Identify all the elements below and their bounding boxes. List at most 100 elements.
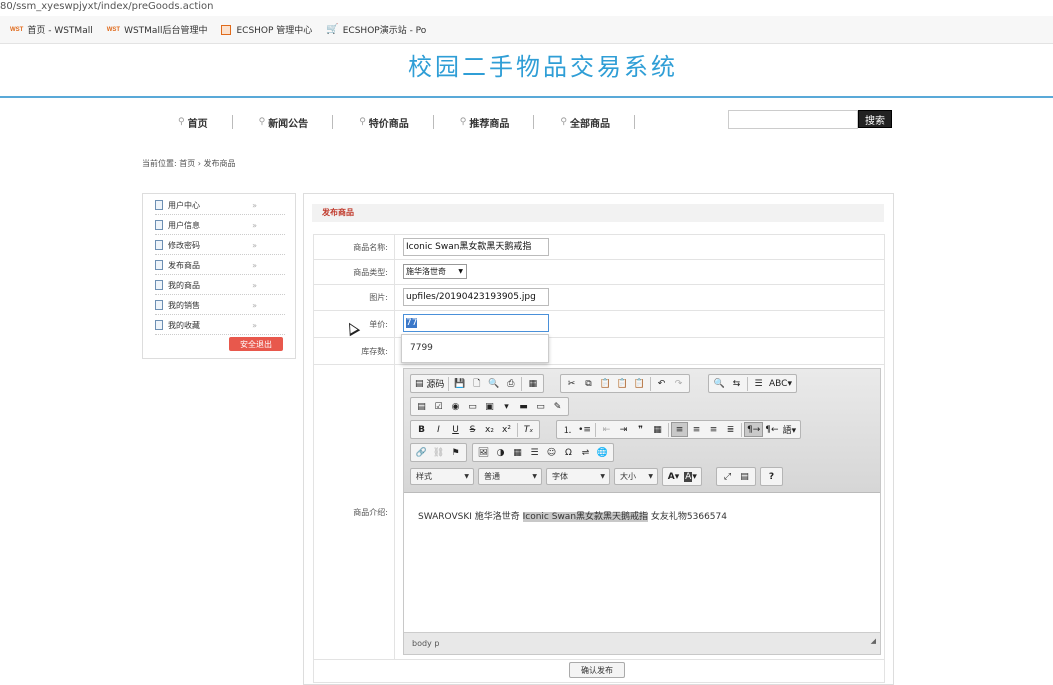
align-right-button[interactable]: ≡ [705,422,722,437]
element-path[interactable]: body p [412,639,439,648]
textarea-button[interactable]: ▣ [481,399,498,414]
align-left-button[interactable]: ≡ [671,422,688,437]
paste-text-button[interactable]: 📋 [614,376,631,391]
address-bar[interactable]: 80/ssm_xyeswpjyxt/index/preGoods.action [0,0,1053,16]
remove-format-button[interactable]: Tₓ [520,422,537,437]
submit-button[interactable]: 确认发布 [569,662,625,678]
bookmark-wstmall-admin[interactable]: WST WSTMall后台管理中 [107,23,208,36]
hidden-field-button[interactable]: ✎ [549,399,566,414]
select-button[interactable]: ▾ [498,399,515,414]
nav-item-special[interactable]: ⚲ 特价商品 [351,115,434,130]
new-page-button[interactable]: 🗋 [468,376,485,391]
bookmark-label: ECSHOP演示站 - Po [342,26,427,36]
maximize-button[interactable]: ⤢ [719,469,736,484]
bookmark-wstmall-home[interactable]: WST 首页 - WSTMall [10,23,93,36]
flash-button[interactable]: ◑ [492,445,509,460]
nav-item-home[interactable]: ⚲ 首页 [170,115,233,130]
numbered-list-button[interactable]: ⒈ [559,422,576,437]
div-container-button[interactable]: ▦ [649,422,666,437]
templates-button[interactable]: ▦ [524,376,541,391]
image-button-button[interactable]: ▭ [532,399,549,414]
show-blocks-button[interactable]: ▤ [736,469,753,484]
radio-button[interactable]: ◉ [447,399,464,414]
anchor-button[interactable]: ⚑ [447,445,464,460]
bg-color-button[interactable]: A ▾ [682,469,699,484]
unlink-button[interactable]: ⛓ [430,445,447,460]
find-button[interactable]: 🔍 [711,376,728,391]
sidebar-item-my-favorites[interactable]: 我的收藏 » [155,316,285,335]
strike-button[interactable]: S [464,422,481,437]
size-combo[interactable]: 大小 ▼ [614,468,658,485]
link-button[interactable]: 🔗 [413,445,430,460]
blockquote-button[interactable]: ❞ [632,422,649,437]
replace-button[interactable]: ⇆ [728,376,745,391]
ltr-button[interactable]: ¶→ [744,422,764,437]
italic-button[interactable]: I [430,422,447,437]
page-break-button[interactable]: ⇌ [577,445,594,460]
logout-button[interactable]: 安全退出 [229,337,283,351]
subscript-button[interactable]: x₂ [481,422,498,437]
form-button[interactable]: ▤ [413,399,430,414]
search-input[interactable] [728,110,858,129]
sidebar-item-change-password[interactable]: 修改密码 » [155,236,285,255]
print-button[interactable]: ⎙ [502,376,519,391]
bookmark-ecshop-admin[interactable]: ECSHOP 管理中心 [221,23,312,36]
superscript-button[interactable]: x² [498,422,515,437]
format-combo[interactable]: 普通 ▼ [478,468,542,485]
type-label: 商品类型: [314,260,395,284]
rtl-button[interactable]: ¶← [763,422,780,437]
special-char-button[interactable]: Ω [560,445,577,460]
image-button[interactable]: 🖼 [475,445,492,460]
cut-button[interactable]: ✂ [563,376,580,391]
horizontal-rule-button[interactable]: ☰ [526,445,543,460]
spellcheck-button[interactable]: ABC▾ [767,376,794,391]
bold-button[interactable]: B [413,422,430,437]
styles-combo[interactable]: 样式 ▼ [410,468,474,485]
indent-button[interactable]: ⇥ [615,422,632,437]
justify-button[interactable]: ≣ [722,422,739,437]
undo-button[interactable]: ↶ [653,376,670,391]
bulleted-list-button[interactable]: •≡ [576,422,593,437]
text-color-button[interactable]: A▾ [665,469,682,484]
select-all-button[interactable]: ☰ [750,376,767,391]
font-combo[interactable]: 字体 ▼ [546,468,610,485]
sidebar-item-my-goods[interactable]: 我的商品 » [155,276,285,295]
sidebar-item-user-center[interactable]: 用户中心 » [155,196,285,215]
outdent-button[interactable]: ⇤ [598,422,615,437]
align-center-button[interactable]: ≡ [688,422,705,437]
site-logo[interactable]: 校园二手物品交易系统 [408,47,678,82]
nav-item-recommended[interactable]: ⚲ 推荐商品 [452,115,535,130]
table-button[interactable]: ▦ [509,445,526,460]
goods-type-select[interactable]: 施华洛世奇 ▼ [403,264,467,279]
checkbox-button[interactable]: ☑ [430,399,447,414]
nav-item-news[interactable]: ⚲ 新闻公告 [251,115,334,130]
iframe-button[interactable]: 🌐 [594,445,611,460]
paste-button[interactable]: 📋 [597,376,614,391]
location-pin-icon: ⚲ [560,117,567,127]
save-button[interactable]: 💾 [451,376,468,391]
paste-word-button[interactable]: 📋 [631,376,648,391]
autocomplete-option[interactable]: 7799 [410,343,548,353]
search-button[interactable]: 搜索 [858,110,892,128]
resize-grip-icon[interactable]: ◢ [871,630,876,652]
bookmark-ecshop-demo[interactable]: 🛒 ECSHOP演示站 - Po [326,23,426,36]
sidebar-item-my-sales[interactable]: 我的销售 » [155,296,285,315]
redo-button[interactable]: ↷ [670,376,687,391]
sidebar-item-user-info[interactable]: 用户信息 » [155,216,285,235]
source-button[interactable]: ▤ 源码 [413,376,446,391]
textfield-button[interactable]: ▭ [464,399,481,414]
smiley-button[interactable]: ☺ [543,445,560,460]
preview-button[interactable]: 🔍 [485,376,502,391]
image-path-input[interactable]: upfiles/20190423193905.jpg [403,288,549,306]
language-button[interactable]: 語▾ [781,422,799,437]
goods-name-input[interactable]: Iconic Swan黑女款黑天鹅戒指 [403,238,549,256]
spellcheck-icon: ABC▾ [769,378,792,389]
price-input[interactable]: 77 [403,314,549,332]
button-button[interactable]: ▬ [515,399,532,414]
copy-button[interactable]: ⧉ [580,376,597,391]
nav-item-all[interactable]: ⚲ 全部商品 [552,115,635,130]
about-button[interactable]: ? [763,469,780,484]
editor-content-area[interactable]: SWAROVSKI 施华洛世奇 Iconic Swan黑女款黑天鹅戒指 女友礼物… [418,509,727,522]
underline-button[interactable]: U [447,422,464,437]
sidebar-item-publish-goods[interactable]: 发布商品 » [155,256,285,275]
